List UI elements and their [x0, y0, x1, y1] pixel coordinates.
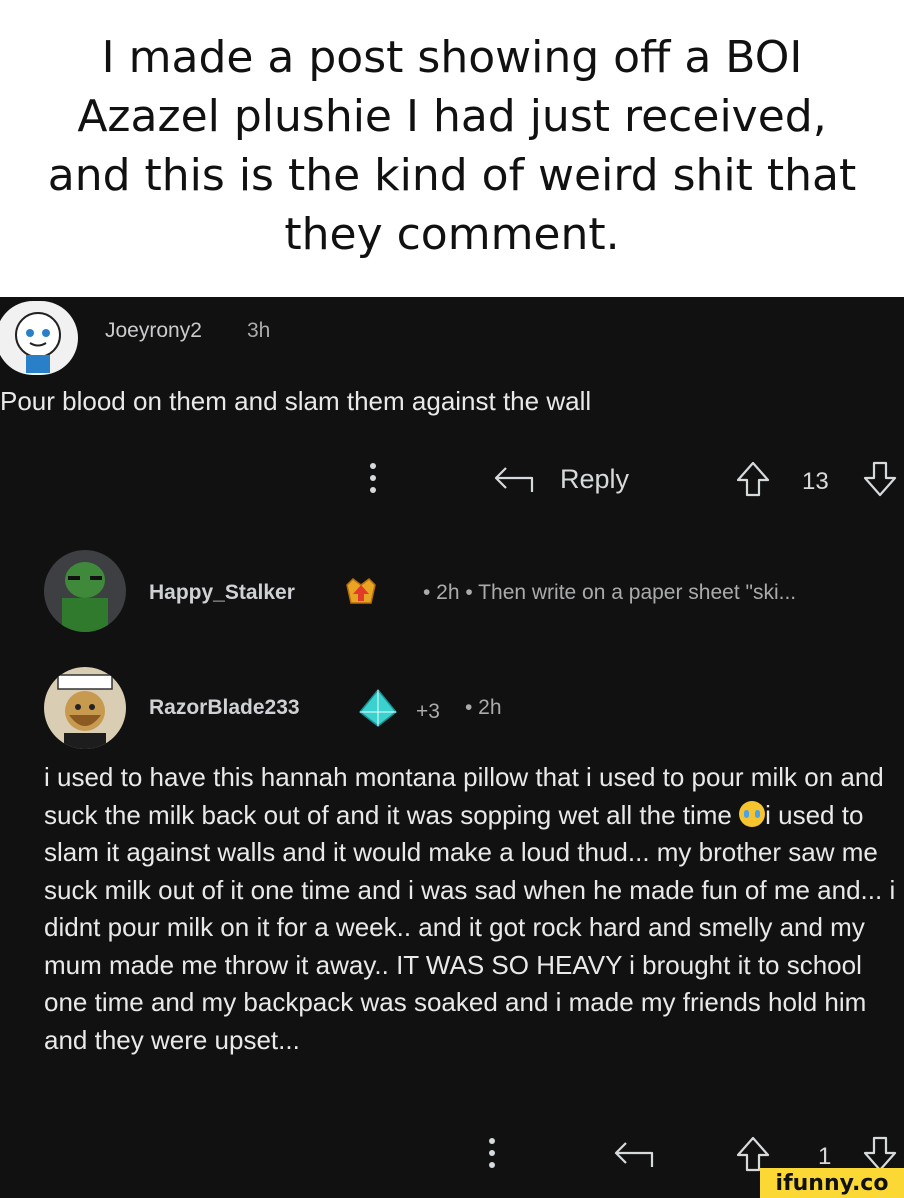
- vote-count: 13: [802, 468, 829, 495]
- award-badge-icon: [346, 578, 376, 604]
- comment-thread: Joeyrony2 3h Pour blood on them and slam…: [0, 297, 904, 1198]
- award-count: +3: [416, 700, 440, 723]
- caption-text: I made a post showing off a BOI Azazel p…: [47, 31, 857, 260]
- reply-arrow-icon[interactable]: [612, 1139, 656, 1171]
- comment-body: Pour blood on them and slam them against…: [0, 386, 592, 416]
- sailor-avatar-icon: [57, 674, 113, 749]
- ifunny-watermark: ifunny.co: [760, 1168, 904, 1198]
- avatar[interactable]: [44, 667, 126, 749]
- comment-body-part2: i used to slam it against walls and it w…: [44, 799, 896, 1055]
- timestamp: • 2h: [465, 696, 502, 719]
- snoo-avatar-icon: [0, 302, 61, 373]
- username[interactable]: Joeyrony2: [105, 319, 202, 343]
- pepe-avatar-icon: [62, 562, 108, 632]
- username[interactable]: RazorBlade233: [149, 696, 300, 720]
- upvote-arrow-icon[interactable]: [735, 460, 771, 498]
- comment-body: i used to have this hannah montana pillo…: [44, 759, 904, 1059]
- avatar[interactable]: [0, 301, 78, 375]
- timestamp: 3h: [247, 319, 271, 342]
- reply-button[interactable]: Reply: [560, 464, 629, 495]
- vote-count: 1: [818, 1143, 832, 1170]
- more-options-icon[interactable]: [489, 1138, 495, 1168]
- comment-meta: • 2h • Then write on a paper sheet "ski.…: [423, 581, 797, 604]
- meme-caption: I made a post showing off a BOI Azazel p…: [0, 0, 904, 297]
- more-options-icon[interactable]: [370, 463, 376, 493]
- username[interactable]: Happy_Stalker: [149, 581, 295, 605]
- downvote-arrow-icon[interactable]: [862, 460, 898, 498]
- crying-emoji-icon: [739, 800, 766, 827]
- diamond-award-icon: [358, 688, 398, 727]
- avatar[interactable]: [44, 550, 126, 632]
- reply-arrow-icon[interactable]: [492, 464, 536, 496]
